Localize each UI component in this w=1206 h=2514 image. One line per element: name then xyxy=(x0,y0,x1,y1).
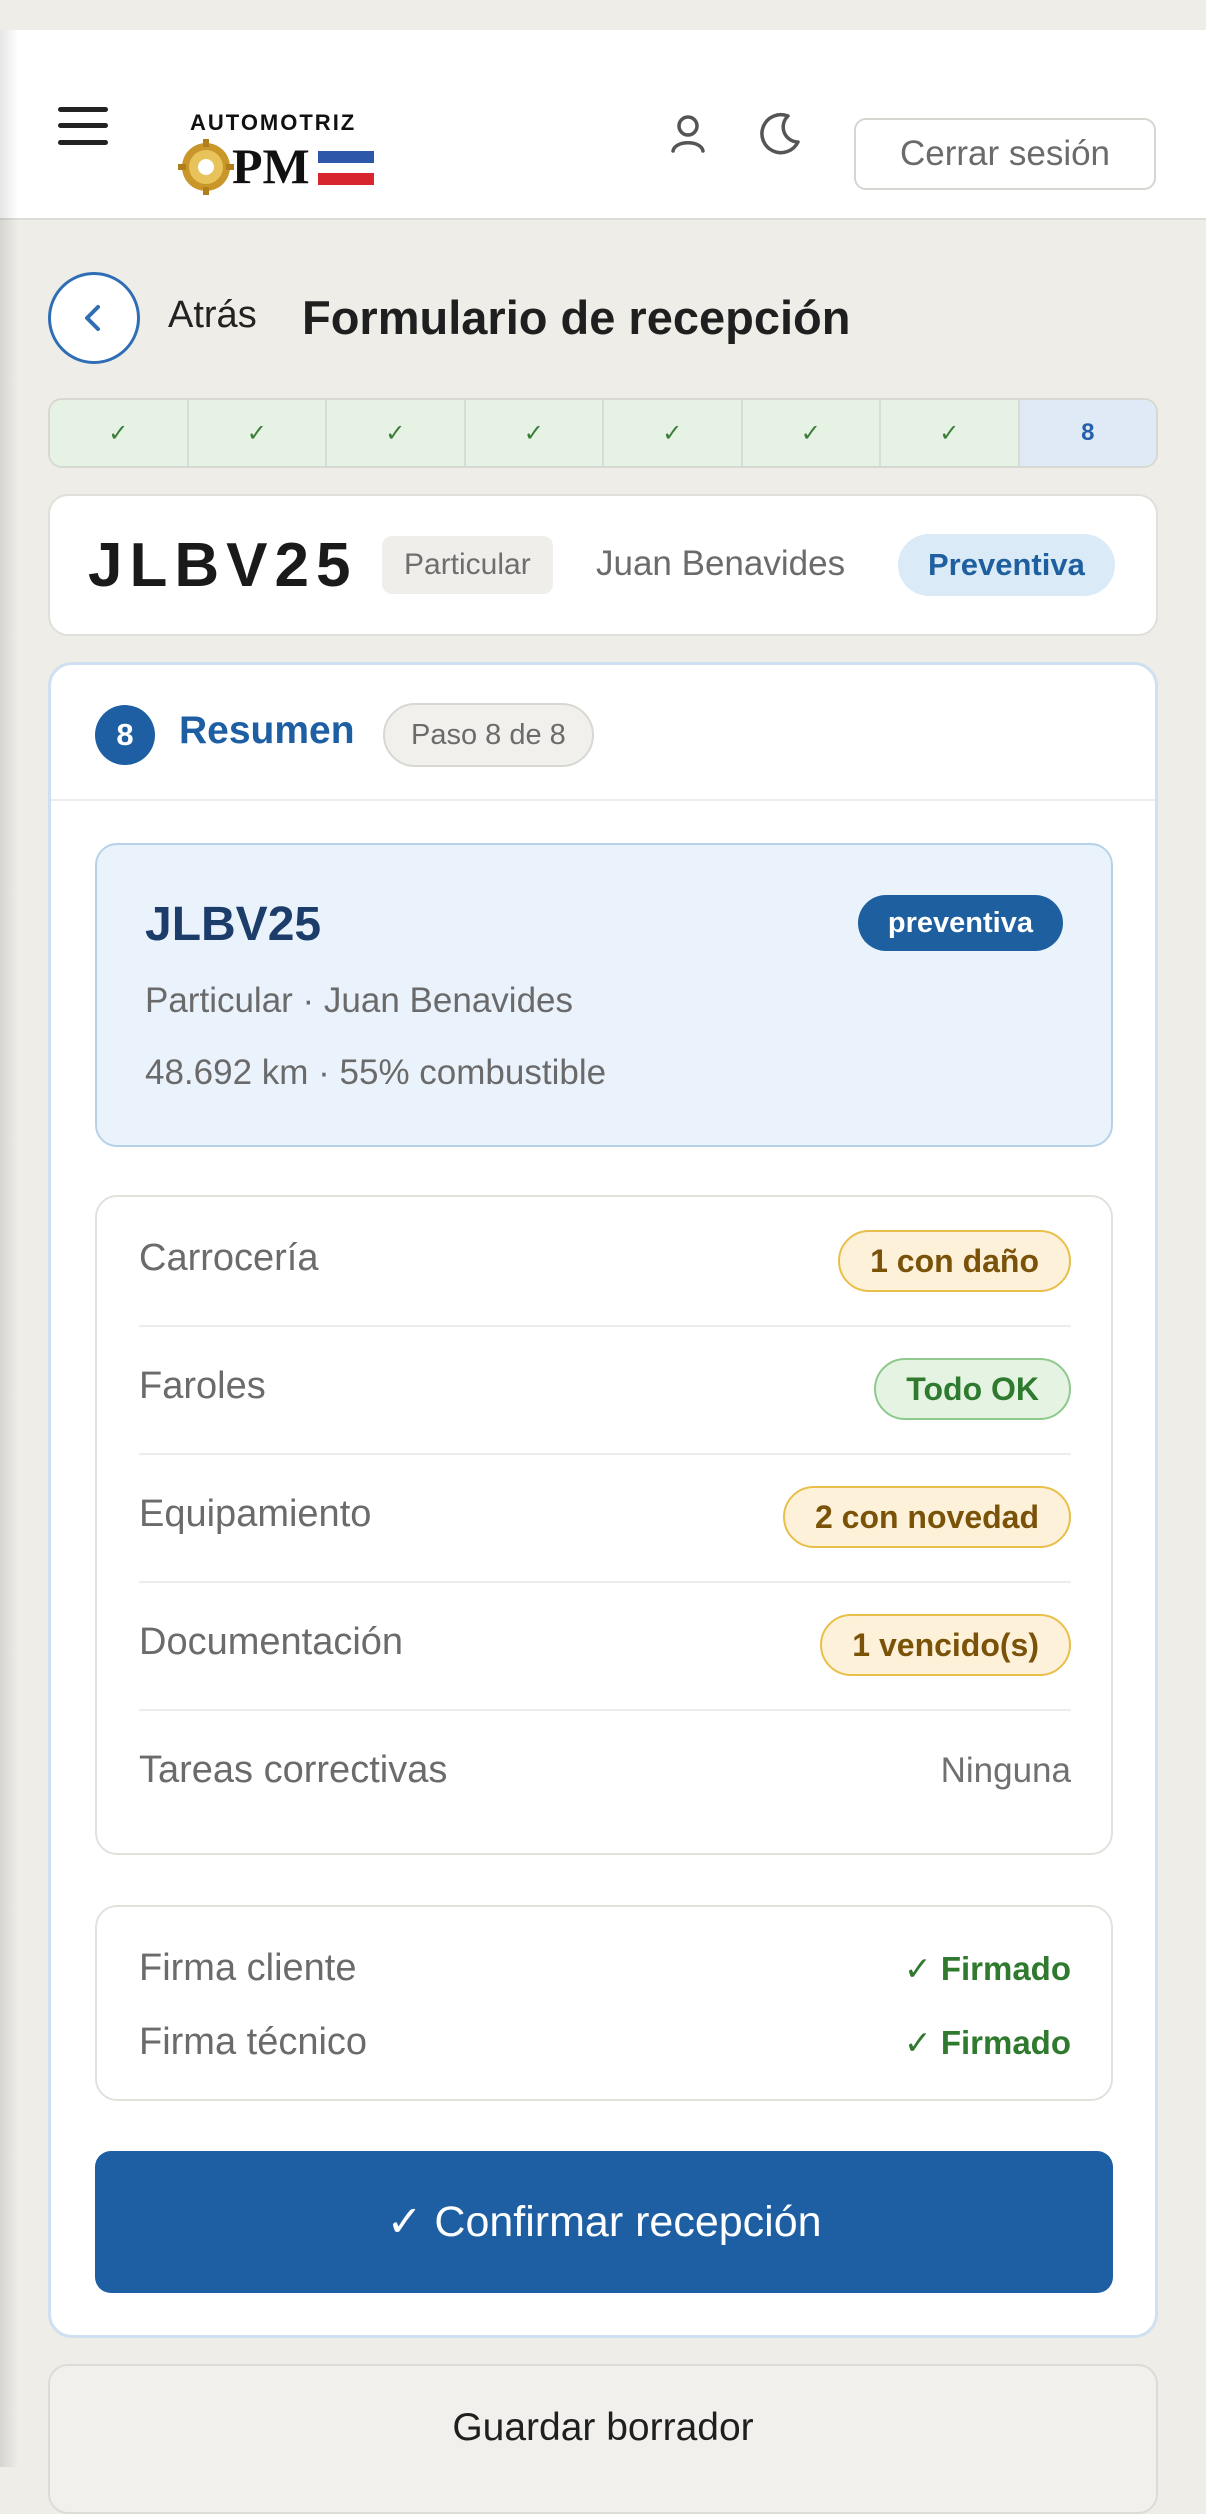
confirm-reception-button[interactable]: ✓ Confirmar recepción xyxy=(95,2151,1113,2293)
step-2[interactable]: ✓ xyxy=(188,400,327,466)
drawer-edge-shadow xyxy=(0,30,18,2467)
signature-label: Firma cliente xyxy=(139,1947,357,1989)
summary-section: 8 Resumen Paso 8 de 8 JLBV25 preventiva … xyxy=(48,662,1158,2338)
back-button[interactable] xyxy=(48,272,140,364)
owner-name: Juan Benavides xyxy=(596,544,846,583)
step-7[interactable]: ✓ xyxy=(881,400,1020,466)
signature-status: ✓ Firmado xyxy=(904,2024,1071,2061)
step-3[interactable]: ✓ xyxy=(327,400,466,466)
section-title: Resumen xyxy=(179,709,355,752)
step-8[interactable]: 8 xyxy=(1019,400,1156,466)
page-title: Formulario de recepción xyxy=(302,291,851,344)
top-strip xyxy=(0,0,1206,30)
check-label: Carrocería xyxy=(139,1237,319,1279)
summary-service-badge: preventiva xyxy=(857,895,1063,951)
check-value: Ninguna xyxy=(940,1751,1071,1790)
check-row-faroles: Faroles Todo OK xyxy=(139,1325,1071,1455)
status-badge: 2 con novedad xyxy=(782,1486,1071,1548)
moon-icon[interactable] xyxy=(752,106,808,162)
status-badge: 1 vencido(s) xyxy=(820,1614,1071,1676)
svg-text:PM: PM xyxy=(232,138,310,194)
logo: AUTOMOTRIZ PM xyxy=(176,80,376,200)
vehicle-type-chip: Particular xyxy=(382,536,553,594)
check-row-documentacion: Documentación 1 vencido(s) xyxy=(139,1581,1071,1711)
summary-owner-line: Particular · Juan Benavides xyxy=(145,981,573,1020)
check-label: Documentación xyxy=(139,1621,404,1663)
summary-plate: JLBV25 xyxy=(145,898,322,951)
step-progress: ✓ ✓ ✓ ✓ ✓ ✓ ✓ 8 xyxy=(48,398,1158,468)
signature-row-tecnico: Firma técnico ✓ Firmado xyxy=(139,2011,1071,2071)
logo-text: AUTOMOTRIZ xyxy=(190,110,357,135)
step-6[interactable]: ✓ xyxy=(742,400,881,466)
check-label: Tareas correctivas xyxy=(139,1749,448,1791)
section-number: 8 xyxy=(95,705,155,765)
back-label[interactable]: Atrás xyxy=(168,294,257,337)
vehicle-card: JLBV25 Particular Juan Benavides Prevent… xyxy=(48,494,1158,636)
inspection-results: Carrocería 1 con daño Faroles Todo OK Eq… xyxy=(95,1195,1113,1855)
plate-number: JLBV25 xyxy=(88,531,358,600)
check-label: Equipamiento xyxy=(139,1493,372,1535)
vehicle-summary-card: JLBV25 preventiva Particular · Juan Bena… xyxy=(95,843,1113,1147)
logout-button[interactable]: Cerrar sesión xyxy=(854,118,1156,190)
summary-mileage-line: 48.692 km · 55% combustible xyxy=(145,1053,607,1092)
save-draft-button[interactable]: Guardar borrador xyxy=(48,2364,1158,2514)
logo-mark: PM xyxy=(178,138,374,195)
user-icon[interactable] xyxy=(660,106,716,162)
status-badge: Todo OK xyxy=(874,1358,1071,1420)
signatures-card: Firma cliente ✓ Firmado Firma técnico ✓ … xyxy=(95,1905,1113,2101)
check-row-carroceria: Carrocería 1 con daño xyxy=(139,1197,1071,1327)
save-draft-label: Guardar borrador xyxy=(452,2406,754,2449)
section-header: 8 Resumen Paso 8 de 8 xyxy=(51,665,1155,801)
signature-label: Firma técnico xyxy=(139,2021,368,2063)
check-row-equipamiento: Equipamiento 2 con novedad xyxy=(139,1453,1071,1583)
check-label: Faroles xyxy=(139,1365,266,1407)
step-5[interactable]: ✓ xyxy=(604,400,743,466)
chevron-left-icon xyxy=(85,305,100,331)
service-type-badge: Preventiva xyxy=(898,534,1115,596)
app-header: AUTOMOTRIZ PM Cerrar sesión xyxy=(0,30,1206,220)
menu-icon[interactable] xyxy=(58,107,108,145)
signature-status: ✓ Firmado xyxy=(904,1950,1071,1987)
signature-row-cliente: Firma cliente ✓ Firmado xyxy=(139,1937,1071,1997)
step-4[interactable]: ✓ xyxy=(465,400,604,466)
status-badge: 1 con daño xyxy=(838,1230,1071,1292)
step-indicator: Paso 8 de 8 xyxy=(383,703,594,767)
step-1[interactable]: ✓ xyxy=(50,400,189,466)
check-row-tareas: Tareas correctivas Ninguna xyxy=(139,1709,1071,1837)
